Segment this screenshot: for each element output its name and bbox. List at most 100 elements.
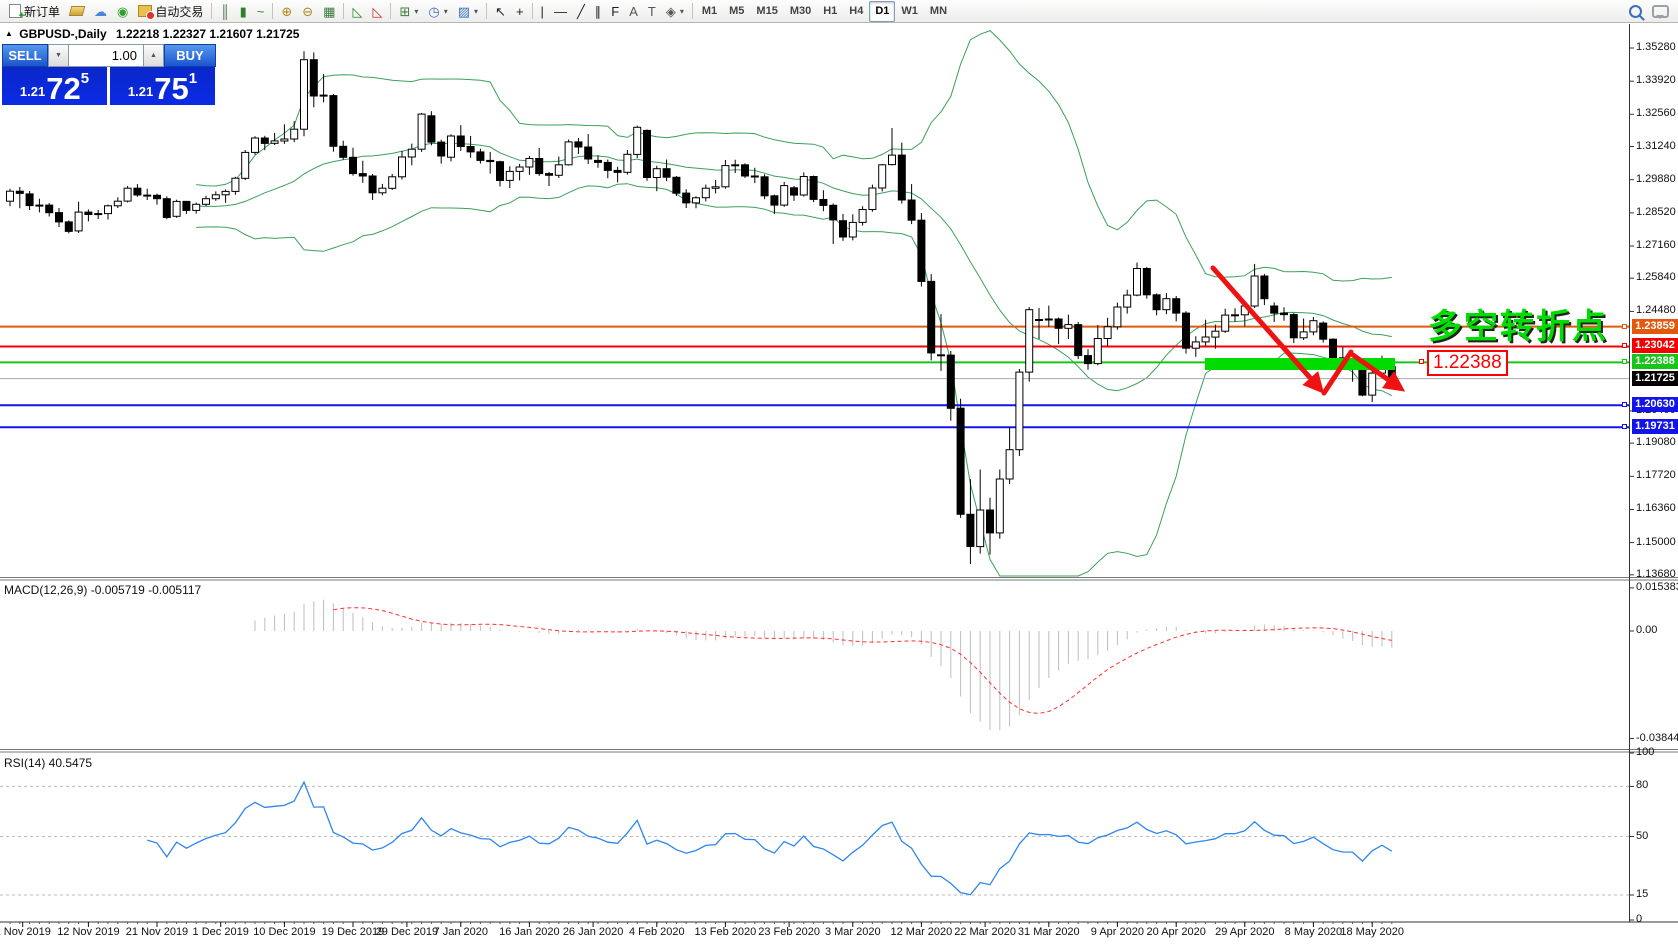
sell-button[interactable]: SELL <box>2 44 48 67</box>
chart-window[interactable]: ▲ GBPUSD-,Daily 1.22218 1.22327 1.21607 … <box>0 0 1678 944</box>
rsi-axis-tick: 0 <box>1636 913 1643 925</box>
new-order-button-label: 新订单 <box>24 4 61 19</box>
toolbar-separator <box>211 3 213 19</box>
signals-button[interactable]: ◉ <box>112 1 133 22</box>
timeframe-m30-button[interactable]: M30 <box>784 1 817 22</box>
level-drag-handle[interactable] <box>1622 424 1627 430</box>
macd-axis-tick: -0.038442 <box>1636 731 1678 744</box>
text-label-icon: T <box>647 3 656 19</box>
timeframe-h1-button[interactable]: H1 <box>817 1 843 22</box>
autotrade-button-label: 自动交易 <box>155 4 204 19</box>
toolbar-separator <box>390 3 392 19</box>
ohlc-values: 1.22218 1.22327 1.21607 1.21725 <box>115 27 300 41</box>
fibonacci-button[interactable]: F <box>606 1 624 22</box>
period-button[interactable]: ◷ ▾ <box>423 1 452 22</box>
price-tag-anchor-handle[interactable] <box>1419 359 1424 365</box>
buy-button[interactable]: BUY <box>164 44 216 67</box>
sell-price-main: 72 <box>46 70 81 106</box>
zoom-in-button[interactable]: ⊕ <box>276 1 297 22</box>
price-axis-tick: 1.27160 <box>1636 239 1676 252</box>
bull-bear-turning-point-annotation: 多空转折点 <box>1428 308 1608 346</box>
price-axis-tick: 1.13680 <box>1636 567 1676 580</box>
vline-button[interactable]: | <box>536 1 549 22</box>
timeframe-mn-button[interactable]: MN <box>924 1 953 22</box>
line-chart-button[interactable]: ~ <box>252 1 270 22</box>
channel-button[interactable]: ∥ <box>590 1 607 22</box>
new-chart-button[interactable]: ⊞ ▾ <box>394 1 423 22</box>
level-drag-handle[interactable] <box>1622 359 1627 365</box>
arrows-shapes-icon: ◈ <box>665 3 676 19</box>
price-axis-tick: 1.16360 <box>1636 502 1676 515</box>
mt4-window: + 新订单 ☁ ◉ 自动交易 ║ ▮ ~ ⊕ ⊖ ▦ ◺ ◺ ⊞ ▾ ◷ ▾ ▨ ▾ ↖ + | — ╱ ∥ F A T ◈ ▾ M1 M5 M… <box>0 0 1678 944</box>
new-chart-icon: ⊞ <box>399 3 411 19</box>
rsi-axis-tick: 15 <box>1636 887 1649 900</box>
toolbar: + 新订单 ☁ ◉ 自动交易 ║ ▮ ~ ⊕ ⊖ ▦ ◺ ◺ ⊞ ▾ ◷ ▾ ▨ ▾ ↖ + | — ╱ ∥ F A T ◈ ▾ M1 M5 M… <box>0 0 1678 23</box>
level-drag-handle[interactable] <box>1622 323 1627 329</box>
trendline-button[interactable]: ╱ <box>572 1 590 22</box>
buy-price-tile[interactable]: 1.21 75 1 <box>110 67 215 105</box>
toolbar-separator <box>272 3 274 19</box>
zoom-in-icon: ⊕ <box>281 3 293 19</box>
search-button[interactable] <box>1624 1 1647 22</box>
timeframe-h4-button[interactable]: H4 <box>843 1 869 22</box>
price-level-badge[interactable]: 1.22388 <box>1632 354 1678 370</box>
volume-decrease-button[interactable]: ▼ <box>48 44 69 67</box>
price-level-badge[interactable]: 1.23859 <box>1632 318 1678 334</box>
buy-price-prefix: 1.21 <box>127 84 154 99</box>
toolbar-separator <box>531 3 533 19</box>
chevron-down-icon: ▾ <box>474 6 479 16</box>
volume-increase-button[interactable]: ▲ <box>143 44 164 67</box>
timeframe-m1-button[interactable]: M1 <box>696 1 723 22</box>
text-label-button[interactable]: T <box>643 1 661 22</box>
timeframe-m5-button[interactable]: M5 <box>723 1 750 22</box>
price-axis-tick: 1.31240 <box>1636 139 1676 152</box>
cloud-user-icon: ☁ <box>94 3 108 19</box>
shapes-button[interactable]: ◈ ▾ <box>661 1 689 22</box>
volume-input[interactable]: 1.00 <box>69 44 143 67</box>
sell-price-tile[interactable]: 1.21 72 5 <box>2 67 107 105</box>
chevron-down-icon: ▾ <box>414 6 419 16</box>
community-button[interactable]: ☁ <box>89 1 112 22</box>
auto-scroll-button[interactable]: ◺ <box>347 1 367 22</box>
crosshair-icon: + <box>515 3 524 19</box>
price-axis-tick: 1.28520 <box>1636 205 1676 218</box>
current-price-badge: 1.21725 <box>1632 370 1678 386</box>
zoom-out-button[interactable]: ⊖ <box>297 1 318 22</box>
line-chart-icon: ~ <box>256 3 265 19</box>
rsi-axis-tick: 100 <box>1636 746 1655 758</box>
template-button[interactable]: ▨ ▾ <box>453 1 483 22</box>
new-order-icon: + <box>9 4 25 22</box>
crosshair-button[interactable]: + <box>511 1 529 22</box>
timeframe-w1-button[interactable]: W1 <box>895 1 924 22</box>
candlestick-button[interactable]: ▮ <box>235 1 252 22</box>
level-drag-handle[interactable] <box>1622 402 1627 408</box>
price-axis-tick: 1.33920 <box>1636 74 1676 87</box>
timeframe-d1-button[interactable]: D1 <box>869 0 896 22</box>
price-chart-canvas[interactable] <box>0 0 1678 944</box>
price-tag-1-22388[interactable]: 1.22388 <box>1427 350 1508 376</box>
text-button[interactable]: A <box>624 1 643 22</box>
price-level-badge[interactable]: 1.20630 <box>1632 397 1678 413</box>
date-axis-label: 18 May 2020 <box>1340 926 1404 938</box>
trendline-icon: ╱ <box>576 3 585 19</box>
buy-price-pip: 1 <box>188 70 198 87</box>
cursor-button[interactable]: ↖ <box>490 1 511 22</box>
new-order-button[interactable]: + 新订单 <box>4 1 65 22</box>
gold-button[interactable] <box>65 1 89 22</box>
equidistant-channel-icon: ∥ <box>594 3 602 19</box>
level-drag-handle[interactable] <box>1622 343 1627 349</box>
price-axis-tick: 1.35280 <box>1636 41 1676 53</box>
chart-shift-button[interactable]: ◺ <box>367 1 387 22</box>
hline-button[interactable]: — <box>549 1 572 22</box>
tile-windows-button[interactable]: ▦ <box>318 1 340 22</box>
ohlc-bars-button[interactable]: ║ <box>215 1 234 22</box>
chart-scroll-icon: ◺ <box>352 3 363 19</box>
autotrade-button[interactable]: 自动交易 <box>133 1 208 22</box>
chat-button[interactable] <box>1647 1 1674 22</box>
price-level-badge[interactable]: 1.19731 <box>1632 419 1678 435</box>
sell-price-prefix: 1.21 <box>19 84 46 99</box>
rsi-axis-tick: 50 <box>1636 829 1649 842</box>
price-level-badge[interactable]: 1.23042 <box>1632 338 1678 354</box>
timeframe-m15-button[interactable]: M15 <box>750 1 783 22</box>
toolbar-separator <box>691 3 693 19</box>
